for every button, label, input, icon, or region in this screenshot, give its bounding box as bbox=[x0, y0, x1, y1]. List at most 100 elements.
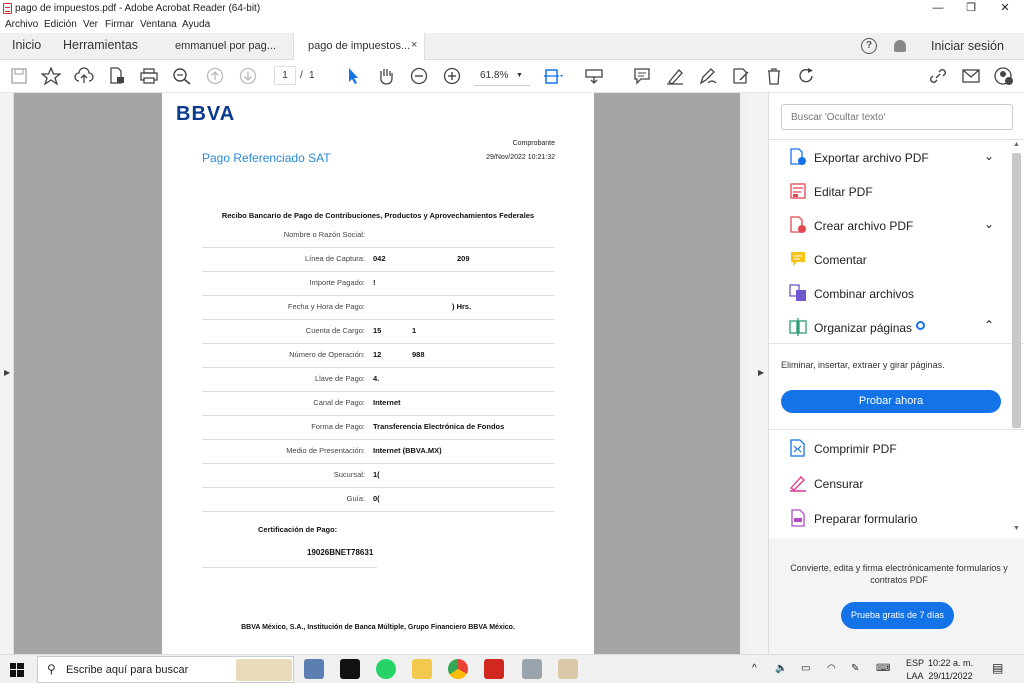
document-scrollbar[interactable] bbox=[740, 93, 750, 654]
document-viewer[interactable]: ▶ ▶ BBVA Pago Referenciado SAT Comproban… bbox=[0, 93, 768, 654]
print-icon[interactable] bbox=[139, 67, 159, 85]
volume-icon[interactable]: 🔈 bbox=[775, 663, 787, 674]
collapse-right-panel-icon[interactable]: ▶ bbox=[758, 368, 764, 377]
chevron-down-icon[interactable]: ⌄ bbox=[984, 217, 994, 231]
rotate-icon[interactable] bbox=[797, 67, 817, 85]
field-row: Importe Pagado:! bbox=[202, 272, 555, 296]
tab-document-2[interactable]: pago de impuestos... bbox=[293, 33, 425, 60]
help-icon[interactable]: ? bbox=[861, 38, 877, 54]
hand-tool-icon[interactable] bbox=[376, 67, 396, 85]
file-lock-icon[interactable] bbox=[107, 67, 127, 85]
maximize-button[interactable]: ❐ bbox=[954, 0, 988, 17]
tool-create-pdf[interactable]: Crear archivo PDF ⌄ bbox=[789, 216, 1009, 236]
tab-tools[interactable]: Herramientas bbox=[63, 38, 138, 52]
fill-sign-icon[interactable] bbox=[731, 67, 751, 85]
field-row: Línea de Captura: 042 209 bbox=[202, 248, 555, 272]
file-explorer-icon[interactable] bbox=[412, 659, 432, 679]
tradingview-icon[interactable] bbox=[340, 659, 360, 679]
tool-compress[interactable]: Comprimir PDF bbox=[789, 439, 1009, 459]
tab-home[interactable]: Inicio bbox=[12, 38, 41, 52]
tool-export-pdf[interactable]: Exportar archivo PDF ⌄ bbox=[789, 148, 1009, 168]
language-indicator[interactable]: ESP LAA bbox=[906, 657, 924, 683]
email-envelope-icon[interactable] bbox=[961, 67, 981, 85]
menu-archivo[interactable]: Archivo bbox=[5, 19, 38, 30]
chevron-down-icon[interactable]: ⌄ bbox=[984, 149, 994, 163]
search-icon: ⚲ bbox=[47, 662, 56, 676]
notifications-bell-icon[interactable] bbox=[894, 40, 906, 52]
notifications-icon[interactable]: ▤ bbox=[992, 661, 1003, 675]
show-hidden-icons-chevron[interactable]: ^ bbox=[752, 663, 757, 674]
paint-icon[interactable] bbox=[558, 659, 578, 679]
taskbar-search-input[interactable]: ⚲ Escribe aquí para buscar bbox=[37, 656, 294, 683]
bookmark-star-icon[interactable] bbox=[40, 66, 62, 86]
keyboard-icon[interactable]: ⌨ bbox=[876, 663, 890, 674]
edit-pdf-icon bbox=[790, 183, 806, 199]
comment-icon[interactable] bbox=[632, 67, 652, 85]
page-fit-icon[interactable] bbox=[543, 67, 563, 85]
tool-comment[interactable]: Comentar bbox=[789, 250, 1009, 270]
field-label: Fecha y Hora de Pago: bbox=[287, 302, 365, 311]
redact-icon bbox=[790, 476, 806, 492]
calculator-icon[interactable] bbox=[522, 659, 542, 679]
upload-cloud-icon[interactable] bbox=[74, 67, 94, 85]
zoom-out-icon[interactable] bbox=[409, 67, 429, 85]
menu-ver[interactable]: Ver bbox=[83, 19, 98, 30]
tab-bar: Inicio Herramientas emmanuel por pag... … bbox=[0, 33, 1024, 60]
organize-description: Eliminar, insertar, extraer y girar pági… bbox=[781, 360, 945, 370]
add-user-icon[interactable] bbox=[994, 67, 1014, 85]
tools-scrollbar[interactable] bbox=[1012, 153, 1021, 428]
tool-organize-pages[interactable]: Organizar páginas ⌃ bbox=[789, 318, 1009, 338]
menu-ventana[interactable]: Ventana bbox=[140, 19, 177, 30]
chevron-up-icon[interactable]: ⌃ bbox=[984, 318, 994, 332]
keyboard-tool-icon[interactable] bbox=[584, 67, 604, 85]
delete-trash-icon[interactable] bbox=[764, 67, 784, 85]
share-link-icon[interactable] bbox=[928, 67, 948, 85]
next-page-icon[interactable] bbox=[238, 67, 258, 85]
close-window-button[interactable]: ✕ bbox=[988, 0, 1022, 17]
minimize-button[interactable]: — bbox=[921, 0, 955, 17]
battery-icon[interactable]: ▭ bbox=[801, 663, 810, 674]
menu-bar: Archivo Edición Ver Firmar Ventana Ayuda bbox=[0, 17, 1024, 33]
draw-pen-icon[interactable] bbox=[698, 67, 718, 85]
select-cursor-icon[interactable] bbox=[343, 67, 363, 85]
scroll-up-icon[interactable]: ▲ bbox=[1013, 141, 1020, 148]
sign-in-button[interactable]: Iniciar sesión bbox=[931, 39, 1004, 53]
menu-edicion[interactable]: Edición bbox=[44, 19, 77, 30]
tool-label: Censurar bbox=[814, 477, 864, 491]
previous-page-icon[interactable] bbox=[205, 67, 225, 85]
pen-icon[interactable]: ✎ bbox=[851, 663, 859, 674]
chrome-icon[interactable] bbox=[448, 659, 468, 679]
windows-start-icon[interactable] bbox=[10, 663, 24, 677]
tool-combine[interactable]: Combinar archivos bbox=[789, 284, 1009, 304]
zoom-in-icon[interactable] bbox=[442, 67, 462, 85]
tool-edit-pdf[interactable]: Editar PDF bbox=[789, 182, 1009, 202]
menu-firmar[interactable]: Firmar bbox=[105, 19, 134, 30]
highlight-pen-icon[interactable] bbox=[665, 67, 685, 85]
tab-close-icon[interactable]: × bbox=[411, 39, 417, 51]
free-trial-button[interactable]: Prueba gratis de 7 días bbox=[841, 602, 954, 629]
create-pdf-icon bbox=[790, 216, 806, 233]
zoom-level-dropdown[interactable]: 61.8% ▼ bbox=[474, 67, 530, 86]
menu-ayuda[interactable]: Ayuda bbox=[182, 19, 210, 30]
network-app-icon[interactable] bbox=[304, 659, 324, 679]
tab-document-1[interactable]: emmanuel por pag... bbox=[161, 33, 291, 60]
field-label: Medio de Presentación: bbox=[286, 446, 365, 455]
page-number-input[interactable]: 1 bbox=[274, 66, 296, 85]
tool-prepare-form[interactable]: Preparar formulario bbox=[789, 509, 1009, 529]
whatsapp-icon[interactable] bbox=[376, 659, 396, 679]
try-now-button[interactable]: Probar ahora bbox=[781, 390, 1001, 413]
clock-date: 29/11/2022 bbox=[928, 671, 973, 681]
tools-search-input[interactable]: Buscar 'Ocultar texto' bbox=[781, 104, 1013, 130]
export-pdf-icon bbox=[790, 148, 806, 165]
receipt-label: Comprobante bbox=[512, 140, 555, 147]
wifi-icon[interactable]: ◠ bbox=[827, 663, 836, 674]
page-separator: / bbox=[300, 70, 303, 81]
keyboard-layout: LAA bbox=[906, 671, 924, 681]
system-clock[interactable]: 10:22 a. m. 29/11/2022 bbox=[928, 657, 973, 683]
scroll-down-icon[interactable]: ▼ bbox=[1013, 525, 1020, 532]
acrobat-reader-icon[interactable] bbox=[484, 659, 504, 679]
tool-redact[interactable]: Censurar bbox=[789, 474, 1009, 494]
expand-left-panel-icon[interactable]: ▶ bbox=[4, 368, 10, 377]
zoom-search-icon[interactable] bbox=[172, 67, 192, 85]
save-icon[interactable] bbox=[9, 67, 29, 85]
